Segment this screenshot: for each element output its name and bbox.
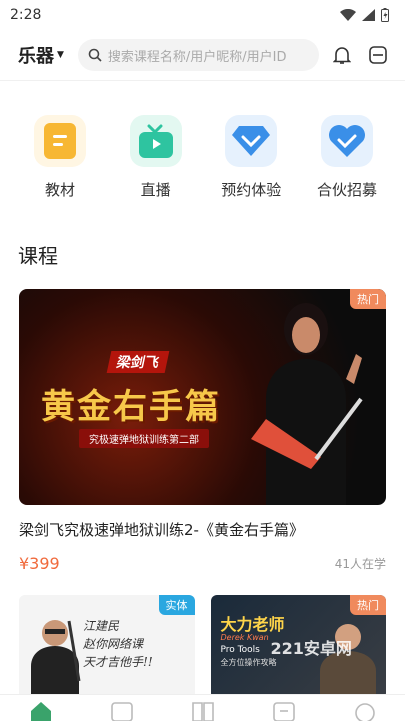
- thumb-artist-name: 梁剑飞: [106, 351, 170, 373]
- course-icon: [110, 702, 133, 721]
- tab-profile[interactable]: [353, 701, 377, 721]
- heart-icon: [320, 115, 373, 167]
- teacher-photo: [31, 620, 81, 699]
- search-placeholder: 搜索课程名称/用户昵称/用户ID: [107, 49, 287, 65]
- nav-item-appointment[interactable]: 预约体验: [211, 115, 291, 200]
- nav-item-live[interactable]: 直播: [116, 115, 196, 200]
- quick-nav: 教材 直播 预约体验 合伙招募: [0, 81, 405, 200]
- wifi-icon: [340, 9, 356, 21]
- category-selector[interactable]: 乐器 ▼: [18, 42, 64, 68]
- thumb-subtitle: 究极速弹地狱训练第二部: [79, 429, 209, 448]
- card-teacher-en: Derek Kwan: [220, 633, 269, 642]
- nav-label-appointment: 预约体验: [221, 181, 282, 199]
- card-line: 天才吉他手!!: [83, 655, 153, 669]
- book-icon: [34, 115, 86, 167]
- status-time: 2:28: [10, 7, 42, 23]
- scan-icon: [369, 46, 387, 64]
- card-subtitle: 全方位操作攻略: [220, 658, 277, 667]
- course-grid: 江建民 赵你网络课 天才吉他手!! 实体 大力老师 Derek Kwan Pro…: [19, 595, 386, 699]
- book-open-icon: [191, 702, 214, 721]
- featured-course-thumbnail[interactable]: 梁剑飞 黄金右手篇 究极速弹地狱训练第二部 热门: [19, 289, 386, 505]
- card-product: Pro Tools: [220, 645, 260, 655]
- card-line: 赵你网络课: [83, 637, 144, 651]
- nav-label-textbook: 教材: [44, 181, 75, 199]
- guitarist-illustration: [251, 303, 363, 505]
- watermark-text: 221安卓网: [270, 639, 352, 658]
- nav-label-live: 直播: [140, 181, 171, 199]
- message-icon: [272, 702, 295, 721]
- hot-badge: 热门: [350, 595, 386, 615]
- nav-label-partner: 合伙招募: [316, 181, 377, 199]
- signal-icon: [362, 9, 375, 21]
- bottom-tab-bar: [0, 694, 405, 721]
- tab-message[interactable]: [272, 701, 296, 721]
- learner-count: 41人在学: [334, 557, 386, 571]
- thumb-title: 黄金右手篇: [41, 387, 221, 427]
- search-input[interactable]: 搜索课程名称/用户昵称/用户ID: [77, 39, 319, 71]
- live-tv-icon: [129, 115, 182, 167]
- nav-item-partner[interactable]: 合伙招募: [307, 115, 387, 200]
- tab-material[interactable]: [191, 701, 215, 721]
- course-card[interactable]: 大力老师 Derek Kwan Pro Tools 全方位操作攻略 221安卓网…: [210, 595, 386, 699]
- profile-icon: [354, 703, 375, 721]
- card-teacher-name: 大力老师: [220, 615, 285, 634]
- caret-down-icon: ▼: [57, 50, 64, 60]
- card-caption: 江建民 赵你网络课 天才吉他手!!: [83, 617, 153, 671]
- physical-badge: 实体: [158, 595, 195, 615]
- tab-course[interactable]: [110, 701, 134, 721]
- battery-icon: [381, 8, 389, 22]
- scan-button[interactable]: [365, 42, 391, 68]
- course-title[interactable]: 梁剑飞究极速弹地狱训练2-《黄金右手篇》: [19, 519, 386, 540]
- course-price: ¥399: [19, 554, 60, 573]
- app-header: 乐器 ▼ 搜索课程名称/用户昵称/用户ID: [0, 30, 405, 80]
- notification-button[interactable]: [329, 42, 355, 68]
- bell-icon: [333, 47, 351, 64]
- search-icon: [88, 48, 102, 62]
- section-title-courses: 课程: [18, 244, 58, 268]
- hot-badge: 热门: [350, 289, 386, 309]
- card-line: 江建民: [83, 619, 120, 633]
- course-meta: ¥399 41人在学: [19, 554, 386, 573]
- home-icon: [30, 702, 51, 721]
- status-bar: 2:28: [0, 0, 405, 30]
- tab-home[interactable]: [29, 701, 53, 721]
- category-label: 乐器: [18, 46, 54, 67]
- diamond-icon: [225, 115, 278, 167]
- status-icons: [340, 8, 389, 22]
- course-card[interactable]: 江建民 赵你网络课 天才吉他手!! 实体: [19, 595, 195, 699]
- nav-item-textbook[interactable]: 教材: [20, 115, 100, 200]
